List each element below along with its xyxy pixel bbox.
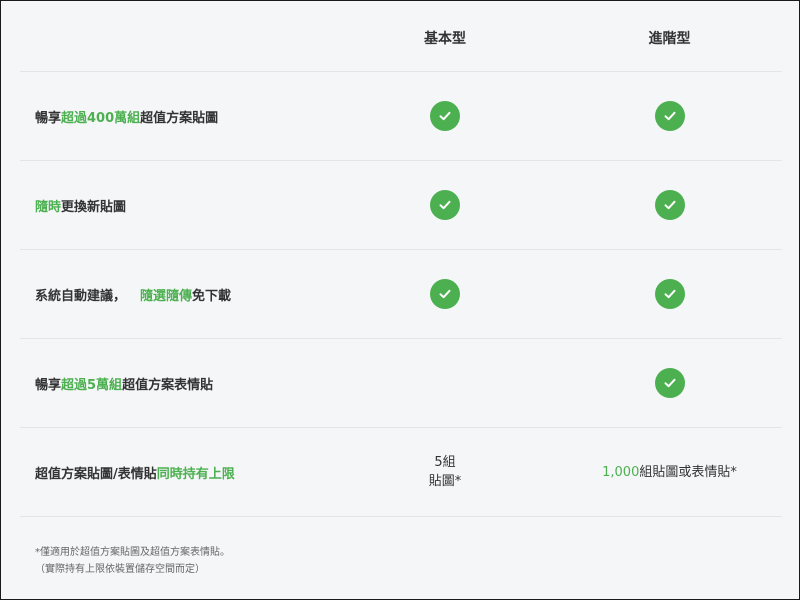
feature-label: 暢享 超過5萬組 超值方案表情貼 xyxy=(35,339,213,427)
advanced-limit-unit: 組貼圖或表情貼* xyxy=(639,464,737,480)
basic-plan-heading: 基本型 xyxy=(424,31,466,47)
advanced-plan-heading: 進階型 xyxy=(648,31,691,47)
basic-limit-unit: 貼圖* xyxy=(428,474,462,489)
check-circle-icon xyxy=(654,368,685,398)
table-row: 超值方案貼圖/表情貼 同時持有上限 5組 貼圖* 1,000組貼圖或表情貼* xyxy=(20,428,782,517)
feature-text: 免下載 xyxy=(192,288,232,304)
footnote-line: （實際持有上限依裝置儲存空間而定） xyxy=(35,564,205,575)
advanced-limit: 1,000組貼圖或表情貼* xyxy=(602,463,737,482)
check-circle-icon xyxy=(654,101,685,131)
feature-label: 暢享 超過400萬組 超值方案貼圖 xyxy=(35,72,218,160)
feature-highlight: 超過400萬組 xyxy=(61,110,141,126)
basic-cell xyxy=(333,339,557,427)
basic-limit-count: 5組 xyxy=(434,455,456,470)
advanced-limit-count: 1,000 xyxy=(602,464,640,480)
feature-label: 隨時 更換新貼圖 xyxy=(35,161,126,249)
feature-highlight: 隨選隨傳 xyxy=(140,288,193,304)
basic-cell xyxy=(333,72,557,160)
basic-cell: 5組 貼圖* xyxy=(333,428,557,516)
feature-text: 超值方案貼圖 xyxy=(140,110,219,126)
feature-label: 系統自動建議， 隨選隨傳 免下載 xyxy=(35,250,231,338)
basic-cell xyxy=(333,250,557,338)
basic-limit: 5組 貼圖* xyxy=(429,453,462,491)
comparison-panel: 基本型 進階型 暢享 超過400萬組 超值方案貼圖 隨時 更換新貼圖 系統自動建… xyxy=(0,0,800,600)
table-row: 隨時 更換新貼圖 xyxy=(20,161,782,250)
footnote-line: *僅適用於超值方案貼圖及超值方案表情貼。 xyxy=(35,547,230,558)
feature-highlight: 同時持有上限 xyxy=(156,466,235,482)
plan-comparison-table: 基本型 進階型 暢享 超過400萬組 超值方案貼圖 隨時 更換新貼圖 系統自動建… xyxy=(20,1,782,517)
check-circle-icon xyxy=(430,279,460,309)
feature-text: 超值方案表情貼 xyxy=(122,377,214,393)
feature-text: 更換新貼圖 xyxy=(61,199,127,215)
table-header: 基本型 進階型 xyxy=(20,1,782,72)
feature-highlight: 隨時 xyxy=(35,199,62,215)
footnote: *僅適用於超值方案貼圖及超值方案表情貼。 （實際持有上限依裝置儲存空間而定） xyxy=(35,544,230,578)
feature-label: 超值方案貼圖/表情貼 同時持有上限 xyxy=(35,428,235,516)
table-row: 暢享 超過400萬組 超值方案貼圖 xyxy=(20,72,782,161)
feature-highlight: 超過5萬組 xyxy=(61,377,123,393)
feature-text: 系統自動建議， xyxy=(35,288,127,304)
advanced-cell: 1,000組貼圖或表情貼* xyxy=(557,428,782,516)
table-row: 系統自動建議， 隨選隨傳 免下載 xyxy=(20,250,782,339)
advanced-cell xyxy=(557,339,782,427)
check-circle-icon xyxy=(654,190,685,220)
advanced-cell xyxy=(557,72,782,160)
check-circle-icon xyxy=(430,101,460,131)
feature-text: 超值方案貼圖/表情貼 xyxy=(35,466,157,482)
feature-text: 暢享 xyxy=(35,377,62,393)
advanced-cell xyxy=(557,250,782,338)
check-circle-icon xyxy=(654,279,685,309)
table-row: 暢享 超過5萬組 超值方案表情貼 xyxy=(20,339,782,428)
advanced-cell xyxy=(557,161,782,249)
basic-cell xyxy=(333,161,557,249)
feature-text: 暢享 xyxy=(35,110,62,126)
check-circle-icon xyxy=(430,190,460,220)
